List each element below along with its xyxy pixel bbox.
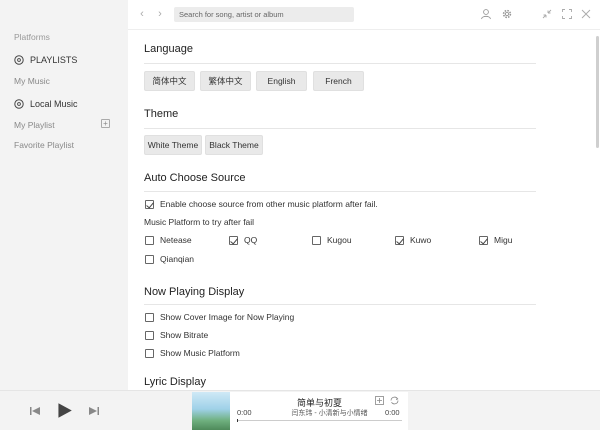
platforms-label: Music Platform to try after fail (144, 217, 255, 227)
checkbox-icon (145, 330, 154, 340)
platform-checkbox-migu[interactable]: Migu (479, 235, 512, 245)
checkbox-checked-icon (145, 199, 154, 209)
checkbox-checked-icon (479, 235, 488, 245)
maximize-icon[interactable] (561, 8, 573, 20)
sidebar: Platforms PLAYLISTS My Music Local Music… (0, 0, 128, 390)
platform-checkbox-qq[interactable]: QQ (229, 235, 257, 245)
language-option-button[interactable]: French (313, 71, 364, 91)
show-bitrate-checkbox[interactable]: Show Bitrate (145, 330, 208, 340)
now-playing-title: Now Playing Display (144, 286, 245, 298)
sidebar-item-my-playlist[interactable]: My Playlist (14, 120, 55, 130)
sidebar-item-playlists[interactable]: PLAYLISTS (14, 55, 77, 65)
checkbox-label: Netease (160, 235, 192, 245)
play-icon[interactable] (56, 402, 73, 419)
checkbox-label: Enable choose source from other music pl… (160, 199, 378, 209)
black-theme-button[interactable]: Black Theme (205, 135, 263, 155)
sidebar-item-label: PLAYLISTS (30, 55, 78, 65)
platforms-heading: Platforms (14, 32, 50, 42)
checkbox-icon (312, 235, 321, 245)
show-platform-checkbox[interactable]: Show Music Platform (145, 348, 240, 358)
enable-auto-source-checkbox[interactable]: Enable choose source from other music pl… (145, 199, 378, 209)
total-time: 0:00 (385, 408, 400, 417)
add-playlist-button[interactable]: + (101, 119, 110, 128)
checkbox-icon (145, 312, 154, 322)
user-icon[interactable] (480, 8, 492, 20)
lyric-title: Lyric Display (144, 376, 206, 388)
loop-icon[interactable] (390, 396, 399, 405)
sidebar-item-favorite-playlist[interactable]: Favorite Playlist (14, 140, 74, 150)
checkbox-label: QQ (244, 235, 258, 245)
language-option-button[interactable]: English (256, 71, 307, 91)
album-cover[interactable] (192, 392, 230, 430)
checkbox-icon (145, 348, 154, 358)
song-artist: 闫东玮 - 小清新与小情绪 (291, 410, 368, 417)
checkbox-label: Show Cover Image for Now Playing (160, 312, 295, 322)
checkbox-label: Kugou (327, 235, 352, 245)
top-bar: ‹ › (128, 0, 600, 30)
settings-panel: Language 简体中文 繁体中文 English French Theme … (128, 30, 600, 390)
sidebar-item-my-music[interactable]: My Music (14, 76, 50, 86)
scrollbar[interactable] (596, 36, 599, 148)
gear-icon[interactable] (501, 8, 513, 20)
add-to-playlist-icon[interactable] (375, 396, 384, 405)
language-option-button[interactable]: 简体中文 (144, 71, 195, 91)
checkbox-checked-icon (229, 235, 238, 245)
current-time: 0:00 (237, 408, 252, 417)
minimize-icon[interactable] (541, 8, 553, 20)
checkbox-label: Show Bitrate (160, 330, 209, 340)
plus-icon: + (103, 118, 108, 128)
back-button[interactable]: ‹ (136, 8, 148, 20)
platform-checkbox-kuwo[interactable]: Kuwo (395, 235, 431, 245)
now-playing-card[interactable]: 简单与初夏 闫东玮 - 小清新与小情绪 0:00 0:00 (192, 392, 408, 430)
progress-handle[interactable] (237, 419, 238, 422)
language-option-button[interactable]: 繁体中文 (200, 71, 251, 91)
sidebar-item-local-music[interactable]: Local Music (14, 99, 78, 109)
sidebar-item-label: Local Music (30, 99, 78, 109)
disc-icon (14, 55, 24, 65)
divider (144, 191, 536, 192)
divider (144, 63, 536, 64)
player-bar: 简单与初夏 闫东玮 - 小清新与小情绪 0:00 0:00 (0, 390, 600, 430)
next-icon[interactable] (87, 404, 101, 418)
platform-checkbox-netease[interactable]: Netease (145, 235, 192, 245)
divider (144, 304, 536, 305)
progress-bar[interactable] (237, 419, 402, 422)
language-title: Language (144, 43, 193, 55)
app-window: Platforms PLAYLISTS My Music Local Music… (0, 0, 600, 430)
search-input[interactable] (174, 7, 354, 22)
theme-title: Theme (144, 108, 179, 120)
checkbox-label: Qianqian (160, 254, 195, 264)
checkbox-icon (145, 254, 154, 264)
disc-icon (14, 99, 24, 109)
show-cover-checkbox[interactable]: Show Cover Image for Now Playing (145, 312, 294, 322)
platform-checkbox-kugou[interactable]: Kugou (312, 235, 352, 245)
white-theme-button[interactable]: White Theme (144, 135, 202, 155)
previous-icon[interactable] (28, 404, 42, 418)
divider (144, 128, 536, 129)
checkbox-label: Kuwo (410, 235, 432, 245)
close-icon[interactable] (580, 8, 592, 20)
checkbox-checked-icon (395, 235, 404, 245)
forward-button[interactable]: › (154, 8, 166, 20)
auto-source-title: Auto Choose Source (144, 172, 246, 184)
checkbox-label: Show Music Platform (160, 348, 240, 358)
checkbox-label: Migu (494, 235, 513, 245)
platform-checkbox-qianqian[interactable]: Qianqian (145, 254, 194, 264)
checkbox-icon (145, 235, 154, 245)
